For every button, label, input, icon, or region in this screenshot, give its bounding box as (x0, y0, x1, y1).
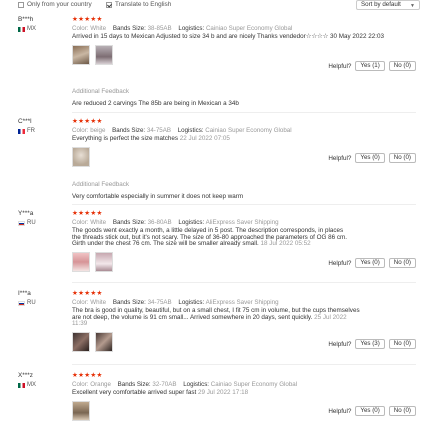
russia-flag-icon (18, 220, 25, 226)
additional-feedback: Additional Feedback Very comfortable esp… (72, 181, 243, 200)
helpful-controls: Helpful? Yes (3) No (0) (328, 339, 416, 349)
review-photo[interactable] (95, 44, 113, 65)
star-rating: ★★★★★ (72, 290, 103, 297)
review-photo[interactable] (72, 400, 90, 421)
reviewer-info: B***h MX (18, 16, 66, 32)
review-photo[interactable] (95, 251, 113, 272)
reviewer-country: RU (18, 300, 66, 306)
helpful-yes-button[interactable]: Yes (0) (355, 406, 385, 416)
reviewer-name: X***z (18, 372, 33, 379)
helpful-no-button[interactable]: No (0) (388, 339, 416, 349)
star-rating: ★★★★★ (72, 16, 103, 23)
helpful-controls: Helpful? Yes (0) No (0) (328, 406, 416, 416)
reviewer-country: RU (18, 220, 66, 226)
additional-feedback: Additional Feedback Are reduced 2 carvin… (72, 88, 239, 107)
additional-feedback-text: Are reduced 2 carvings The 85b are being… (72, 100, 239, 107)
russia-flag-icon (18, 300, 25, 306)
helpful-yes-button[interactable]: Yes (1) (355, 61, 385, 71)
review-date: 22 Jul 2022 07:05 (179, 135, 230, 142)
star-rating: ★★★★★ (72, 210, 103, 217)
translate-filter[interactable]: Translate to English (106, 1, 171, 8)
additional-feedback-text: Very comfortable especially in summer it… (72, 193, 244, 200)
review-photo[interactable] (72, 146, 90, 167)
reviewer-country: FR (18, 128, 66, 134)
mexico-flag-icon (18, 382, 25, 388)
only-country-label: Only from your country (27, 1, 92, 8)
helpful-yes-button[interactable]: Yes (0) (355, 258, 385, 268)
reviewer-name: C***l (18, 118, 32, 125)
star-rating: ★★★★★ (72, 118, 103, 125)
review-text: Arrived in 15 days to Mexican Adjusted t… (72, 33, 384, 40)
reviewer-country: MX (18, 26, 66, 32)
helpful-yes-button[interactable]: Yes (3) (355, 339, 385, 349)
review-meta: Color: Orange Bands Size: 32-70AB Logist… (72, 381, 298, 388)
divider (72, 204, 416, 205)
helpful-controls: Helpful? Yes (1) No (0) (328, 61, 416, 71)
reviewer-country: MX (18, 382, 66, 388)
only-country-checkbox[interactable] (18, 1, 24, 8)
translate-checkbox[interactable] (106, 1, 112, 8)
review-text: The goods went exactly a month, a little… (72, 227, 348, 248)
translate-label: Translate to English (115, 1, 172, 8)
sort-value: Sort by default (361, 1, 401, 8)
sort-select[interactable]: Sort by default ▼ (356, 0, 420, 10)
helpful-controls: Helpful? Yes (0) No (0) (328, 153, 416, 163)
review-photo[interactable] (95, 331, 113, 352)
reviewer-name: Y***a (18, 210, 34, 217)
review-text: Everything is perfect the size matches 2… (72, 135, 230, 142)
review-meta: Color: White Bands Size: 36-80AB Logisti… (72, 219, 279, 226)
reviewer-info: X***z MX (18, 372, 66, 388)
helpful-yes-button[interactable]: Yes (0) (355, 153, 385, 163)
review-meta: Color: beige Bands Size: 34-75AB Logisti… (72, 127, 292, 134)
reviewer-info: C***l FR (18, 118, 66, 134)
filter-bar: Only from your country Translate to Engl… (0, 0, 430, 12)
helpful-no-button[interactable]: No (0) (388, 61, 416, 71)
only-country-filter[interactable]: Only from your country (18, 1, 92, 8)
reviewer-info: Y***a RU (18, 210, 66, 226)
chevron-down-icon: ▼ (410, 3, 415, 9)
reviewer-info: I***a RU (18, 290, 66, 306)
divider (72, 364, 416, 365)
reviewer-name: B***h (18, 16, 34, 23)
review-photo[interactable] (72, 251, 90, 272)
additional-feedback-heading: Additional Feedback (72, 88, 130, 95)
review-photo[interactable] (72, 44, 90, 65)
helpful-controls: Helpful? Yes (0) No (0) (328, 258, 416, 268)
reviewer-name: I***a (18, 290, 31, 297)
helpful-no-button[interactable]: No (0) (388, 153, 416, 163)
helpful-no-button[interactable]: No (0) (388, 258, 416, 268)
review-meta: Color: White Bands Size: 34-75AB Logisti… (72, 299, 279, 306)
review-body: ★★★★★ Color: White Bands Size: 38-85AB L… (72, 16, 420, 65)
review-photo[interactable] (72, 331, 90, 352)
review-date: 18 Jul 2022 05:52 (260, 240, 311, 248)
france-flag-icon (18, 128, 25, 134)
helpful-no-button[interactable]: No (0) (388, 406, 416, 416)
divider (72, 112, 416, 113)
star-rating: ★★★★★ (72, 372, 103, 379)
review-meta: Color: White Bands Size: 38-85AB Logisti… (72, 25, 293, 32)
review-text: The bra is good in quality, beautiful, b… (72, 307, 360, 328)
mexico-flag-icon (18, 26, 25, 32)
review-date: 29 Jul 2022 17:18 (198, 389, 249, 396)
review-text: Excellent very comfortable arrived super… (72, 389, 249, 396)
additional-feedback-heading: Additional Feedback (72, 181, 130, 188)
divider (72, 282, 416, 283)
